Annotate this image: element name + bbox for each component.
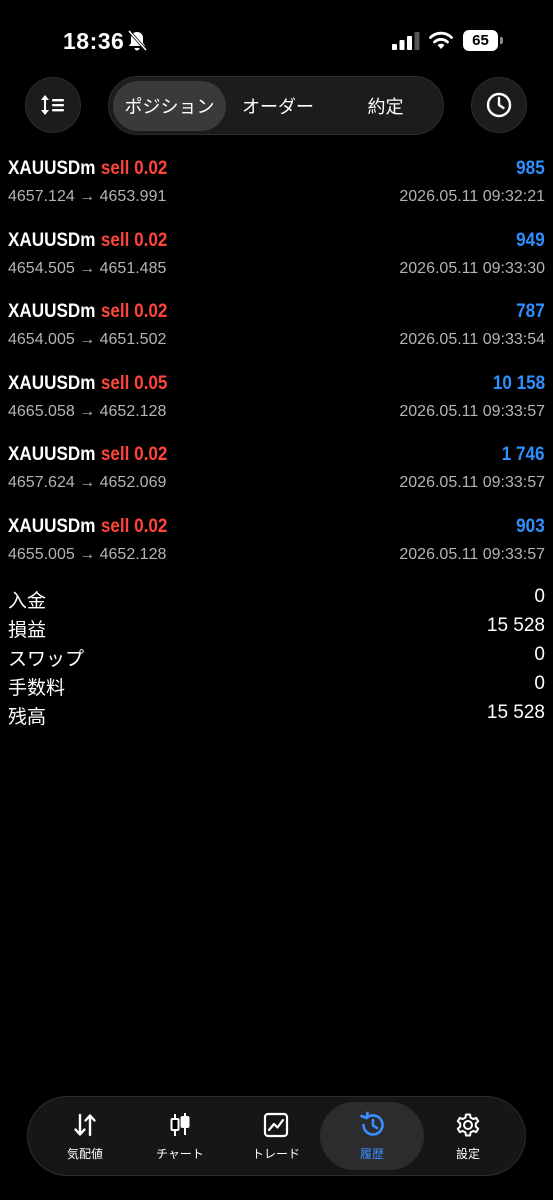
deal-time: 2026.05.11 09:32:21 [399,188,545,205]
summary-label: スワップ [8,649,85,670]
cellular-signal-icon [392,32,420,50]
deal-profit: 903 [516,515,545,537]
status-time: 18:36 [63,28,125,54]
deal-time: 2026.05.11 09:33:57 [399,402,545,420]
segment-orders[interactable]: オーダー [226,81,330,131]
deal-side: sell 0.02 [100,229,168,251]
deal-time: 2026.05.11 09:33:57 [399,474,545,491]
summary-value: 0 [534,644,545,665]
deal-row[interactable]: XAUUSDm sell 0.02 787 4654.005 → 4651.502… [0,293,553,365]
segment-deals[interactable]: 約定 [330,81,441,131]
tab-quotes[interactable]: 気配値 [33,1102,137,1170]
deal-time: 2026.05.11 09:33:57 [399,545,545,563]
summary-row-commission: 手数料 0 [0,671,553,700]
deal-profit: 949 [516,229,545,251]
tab-trade[interactable]: トレード [224,1102,328,1170]
deal-time: 2026.05.11 09:33:30 [399,259,545,277]
deal-row[interactable]: XAUUSDm sell 0.02 985 4657.124 → 4653.991… [0,150,553,222]
deal-row[interactable]: XAUUSDm sell 0.02 1 746 4657.624 → 4652.0… [0,436,553,508]
deal-time: 2026.05.11 09:33:54 [399,331,545,348]
deal-profit: 1 746 [502,444,545,465]
sort-button[interactable] [25,77,81,133]
deal-profit: 985 [516,158,545,179]
wifi-icon [429,31,453,49]
summary-label: 残高 [8,707,47,728]
tab-label: トレード [251,1146,300,1161]
tab-history[interactable]: 履歴 [320,1102,424,1170]
history-icon [360,1111,384,1136]
deal-prices: 4665.058 → 4652.128 [8,402,167,420]
deal-symbol: XAUUSDm [8,444,96,465]
summary-label: 手数料 [8,678,66,699]
deal-prices: 4657.124 → 4653.991 [8,188,167,205]
deal-symbol: XAUUSDm [8,158,96,179]
bottom-tab-bar: 気配値 チャート トレード 履歴 設定 [27,1096,526,1176]
tab-label: 気配値 [66,1146,103,1161]
history-summary: 入金 0 損益 15 528 スワップ 0 手数料 0 残高 15 528 [0,584,553,729]
summary-value: 15 528 [486,615,545,636]
summary-label: 入金 [8,591,47,612]
summary-value: 15 528 [486,702,545,723]
deal-symbol: XAUUSDm [8,301,96,322]
deal-symbol: XAUUSDm [8,372,96,394]
summary-row-balance: 残高 15 528 [0,700,553,729]
deal-side: sell 0.02 [100,515,168,537]
clock-icon [486,92,512,118]
trade-chart-icon [263,1112,289,1137]
tab-chart[interactable]: チャート [128,1102,232,1170]
deal-prices: 4655.005 → 4652.128 [8,545,167,563]
summary-label: 損益 [8,620,47,641]
segment-positions[interactable]: ポジション [113,81,226,131]
summary-row-deposit: 入金 0 [0,584,553,613]
deal-profit: 10 158 [492,372,545,394]
tab-label: 設定 [455,1146,480,1161]
deal-side: sell 0.02 [100,444,168,465]
summary-row-profit: 損益 15 528 [0,613,553,642]
summary-value: 0 [534,673,545,694]
deal-side: sell 0.02 [100,301,168,322]
deal-prices: 4654.505 → 4651.485 [8,259,167,277]
summary-row-swap: スワップ 0 [0,642,553,671]
summary-value: 0 [534,586,545,607]
gear-icon [456,1113,480,1136]
view-segmented-control: ポジション オーダー 約定 [108,76,444,135]
status-bar: 18:36 65 [0,0,553,80]
deal-symbol: XAUUSDm [8,515,96,537]
period-button[interactable] [471,77,527,133]
deal-side: sell 0.02 [100,158,168,179]
tab-label: 履歴 [359,1146,384,1161]
candlestick-icon [170,1112,190,1136]
battery-icon: 65 [463,30,503,51]
deal-profit: 787 [516,301,545,322]
deal-side: sell 0.05 [100,372,168,394]
deal-prices: 4657.624 → 4652.069 [8,474,167,491]
deal-list: XAUUSDm sell 0.02 985 4657.124 → 4653.991… [0,150,553,579]
deal-row[interactable]: XAUUSDm sell 0.02 949 4654.505 → 4651.485… [0,222,553,294]
deal-symbol: XAUUSDm [8,229,96,251]
tab-settings[interactable]: 設定 [416,1102,520,1170]
battery-level: 65 [463,30,498,51]
deal-prices: 4654.005 → 4651.502 [8,331,167,348]
tab-label: チャート [156,1146,204,1161]
sort-icon [41,95,64,115]
deal-row[interactable]: XAUUSDm sell 0.05 10 158 4665.058 → 4652.… [0,365,553,437]
bell-off-icon [127,30,147,52]
quotes-icon [74,1113,96,1136]
deal-row[interactable]: XAUUSDm sell 0.02 903 4655.005 → 4652.128… [0,508,553,580]
